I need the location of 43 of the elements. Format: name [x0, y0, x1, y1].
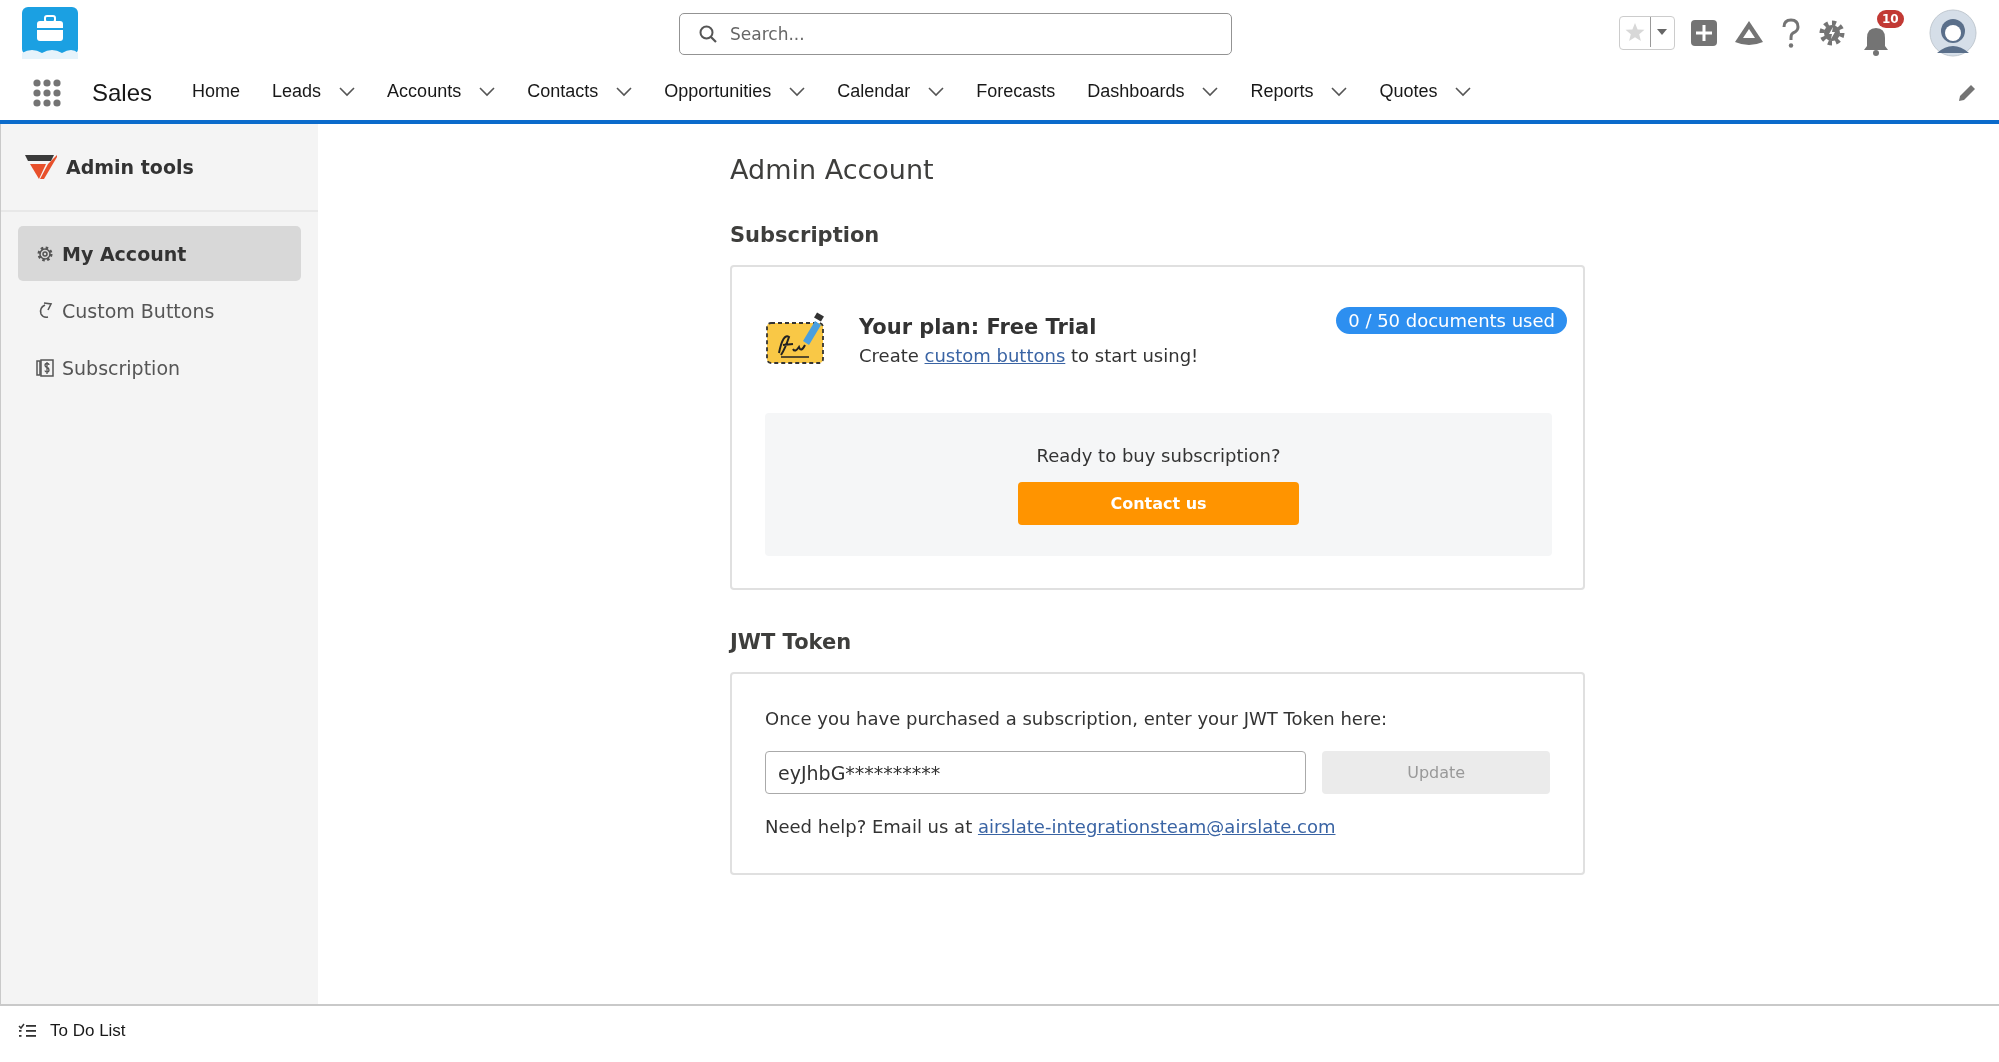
todo-list-button[interactable]: To Do List — [0, 1006, 1999, 1056]
edit-icon[interactable] — [1957, 83, 1977, 103]
custom-buttons-link[interactable]: custom buttons — [924, 345, 1066, 366]
section-heading: Subscription — [730, 223, 881, 247]
dollar-bill-icon — [36, 358, 54, 377]
help-text: Need help? Email us at airslate-integrationsteam@airslate.com — [765, 816, 1337, 837]
nav-tab[interactable]: Leads — [272, 66, 356, 120]
nav-tab[interactable]: Calendar — [837, 66, 945, 120]
search-field[interactable]: Search... — [679, 13, 1232, 55]
admin-tools-logo-icon — [24, 154, 58, 180]
nav-tab[interactable]: Forecasts — [976, 66, 1056, 120]
email-link[interactable]: airslate-integrationsteam@airslate.com — [977, 816, 1336, 837]
settings-icon[interactable] — [1817, 18, 1847, 48]
usage-badge: 0 / 50 documents used — [1336, 307, 1567, 334]
gear-icon — [36, 244, 54, 263]
sidebar-title: Admin tools — [66, 156, 194, 178]
nav-tab[interactable]: Opportunities — [664, 66, 806, 120]
nav-tab[interactable]: Accounts — [387, 66, 496, 120]
nav-tab[interactable]: Contacts — [527, 66, 633, 120]
nav-tab[interactable]: Home — [192, 66, 241, 120]
avatar-icon[interactable] — [1929, 9, 1977, 57]
sidebar-item[interactable]: Subscription — [18, 340, 301, 395]
nav-tab[interactable]: Dashboards — [1087, 66, 1219, 120]
buy-prompt: Ready to buy subscription? — [1036, 444, 1281, 466]
nav-tab[interactable]: Quotes — [1379, 66, 1472, 120]
app-name: Sales — [92, 79, 153, 107]
sidebar-item[interactable]: My Account — [18, 226, 301, 281]
app-launcher-icon[interactable] — [32, 78, 62, 108]
page-title: Admin Account — [730, 154, 935, 185]
notifications-button[interactable]: 10 — [1861, 10, 1907, 56]
search-icon — [699, 25, 717, 43]
plan-description: Create custom buttons to start using! — [859, 345, 1200, 366]
section-heading: JWT Token — [730, 630, 853, 654]
notification-count: 10 — [1877, 10, 1904, 28]
checklist-icon — [18, 1023, 36, 1039]
favorites-button[interactable] — [1619, 16, 1675, 50]
sidebar-item[interactable]: Custom Buttons — [18, 283, 301, 338]
plan-title: Your plan: Free Trial — [859, 315, 1098, 339]
plus-icon[interactable] — [1689, 18, 1719, 48]
token-input-field[interactable]: eyJhbG********** — [765, 751, 1307, 794]
jwt-instructions: Once you have purchased a subscription, enter your JWT Token here: — [765, 708, 1389, 729]
nav-tab[interactable]: Reports — [1250, 66, 1348, 120]
briefcase-logo-icon — [22, 7, 78, 59]
